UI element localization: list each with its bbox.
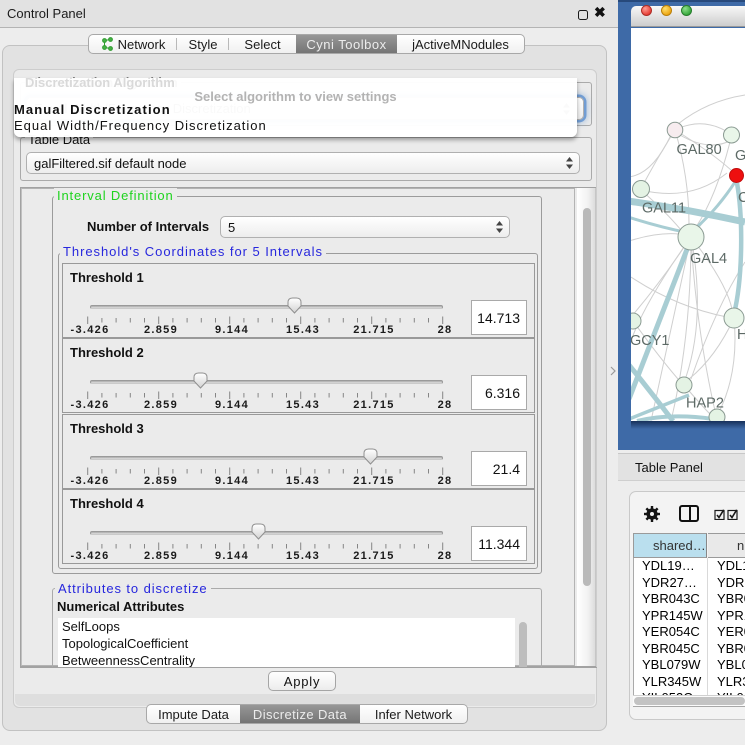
svg-text:H: H [737,327,745,343]
svg-text:GCY1: GCY1 [631,333,670,349]
svg-text:GAL80: GAL80 [677,142,722,158]
svg-text:G.: G. [735,148,745,164]
svg-text:C: C [738,190,745,206]
svg-text:GAL11: GAL11 [642,201,686,217]
svg-text:HAP2: HAP2 [686,396,724,412]
svg-text:GAL4: GAL4 [690,251,727,267]
